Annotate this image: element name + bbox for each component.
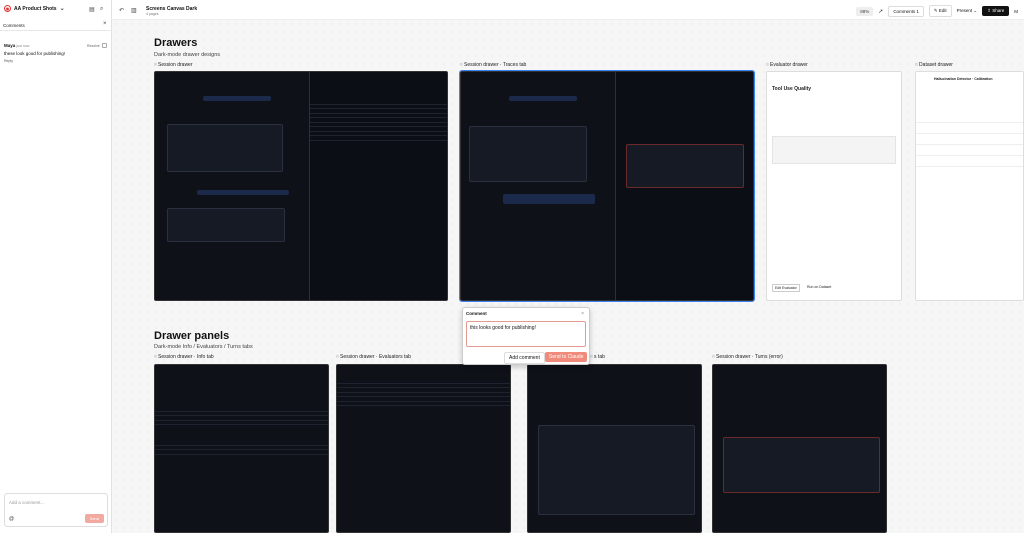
drawer-panel: [309, 72, 447, 300]
prompt-block: [772, 136, 896, 164]
eval-row: [310, 136, 447, 141]
comment-composer[interactable]: Add a comment… @ Send: [4, 493, 108, 527]
sidebar-icon[interactable]: ▥: [131, 7, 137, 14]
cursor-icon[interactable]: ➚: [878, 8, 883, 15]
design-canvas[interactable]: Drawers Dark-mode drawer designs Session…: [112, 20, 1024, 533]
artboard-evaluators-tab[interactable]: [336, 364, 511, 533]
artboard-label[interactable]: Session drawer · Traces tab: [460, 62, 526, 68]
comments-heading: Comments: [3, 23, 25, 28]
undo-icon[interactable]: ↶: [119, 7, 124, 14]
comments-label: Comments: [893, 8, 916, 14]
trace-error-card: [626, 144, 744, 188]
artboard-label[interactable]: Dataset drawer: [915, 62, 953, 68]
info-row: [155, 421, 328, 425]
tool-error-card: [723, 437, 880, 493]
comment-textarea[interactable]: this looks good for publishing!: [466, 321, 586, 347]
workspace-switcher[interactable]: ◉ AA Product Shots ⌄: [4, 5, 65, 12]
info-row: [155, 450, 328, 455]
chevron-down-icon: ⌄: [59, 6, 65, 12]
sidebar-toggle-icon[interactable]: ▤: [89, 6, 95, 13]
dataset-row: [916, 156, 1023, 167]
edit-button[interactable]: ✎ Edit: [928, 5, 952, 17]
add-comment-button[interactable]: Add comment: [504, 352, 545, 364]
comments-button[interactable]: Comments 1: [888, 5, 924, 17]
comment-popup: Comment × this looks good for publishing…: [462, 307, 590, 365]
artboard-turns-tab[interactable]: [527, 364, 702, 533]
artboard-label[interactable]: Session drawer · Info tab: [154, 354, 214, 360]
close-icon[interactable]: ×: [103, 21, 107, 27]
artboard-label[interactable]: Session drawer · Turns (error): [712, 354, 783, 360]
share-button[interactable]: ⇪ Share: [982, 6, 1010, 16]
artboard-label[interactable]: Session drawer · Evaluators tab: [336, 354, 411, 360]
artboard-label[interactable]: Session drawer: [154, 62, 192, 68]
page-count: 4 pages: [146, 12, 159, 16]
artboard-info-tab[interactable]: [154, 364, 329, 533]
resolve-control[interactable]: Resolve: [87, 43, 107, 48]
zoom-level[interactable]: 88%: [856, 6, 874, 16]
comment-author: Maya: [4, 43, 16, 48]
avatar[interactable]: M: [1014, 9, 1018, 14]
artboard-session-drawer[interactable]: [154, 71, 448, 301]
assistant-message: [469, 126, 587, 182]
comments-count: 1: [916, 8, 919, 14]
close-icon[interactable]: ×: [581, 311, 584, 317]
user-message: [503, 194, 595, 204]
artboard-label[interactable]: s tab: [590, 354, 605, 360]
edit-evaluator-button[interactable]: Edit Evaluator: [772, 284, 800, 292]
workspace-name: AA Product Shots: [14, 5, 57, 12]
send-button[interactable]: Send: [84, 514, 104, 523]
section-subtitle-drawers: Dark-mode drawer designs: [154, 52, 221, 58]
reply-link[interactable]: Reply: [4, 59, 108, 63]
user-message: [197, 190, 289, 195]
dataset-row: [916, 123, 1023, 134]
assistant-message: [167, 208, 285, 242]
artboard-dataset-drawer[interactable]: Hallucination Detector · Calibration: [915, 71, 1024, 301]
comments-sidebar: ◉ AA Product Shots ⌄ ▤ ⌕ Comments × Maya…: [0, 0, 112, 533]
logo-icon: ◉: [4, 5, 11, 12]
mention-icon[interactable]: @: [9, 516, 14, 522]
user-message: [203, 96, 271, 101]
traces-panel: [615, 72, 753, 300]
comment-time: just now: [16, 44, 30, 48]
section-subtitle-panels: Dark-mode Info / Evaluators / Turns tabs: [154, 344, 253, 350]
run-dataset-button[interactable]: Run on Dataset: [807, 285, 831, 289]
dataset-row: [916, 145, 1023, 156]
resolve-label: Resolve: [87, 43, 100, 48]
edit-label: Edit: [938, 8, 947, 13]
user-message: [509, 96, 577, 101]
share-label: Share: [992, 8, 1005, 13]
present-button[interactable]: Present ⌄: [957, 8, 978, 14]
top-bar: ↶ ▥ Screens Canvas Dark 4 pages 88% ➚ Co…: [112, 0, 1024, 20]
section-title-panels: Drawer panels: [154, 330, 230, 342]
comment-text: these look good for publishing!: [4, 51, 66, 56]
assistant-message: [167, 124, 283, 172]
eval-row: [337, 402, 510, 406]
artboard-turns-error[interactable]: [712, 364, 887, 533]
artboard-evaluator-drawer[interactable]: Tool Use Quality Edit Evaluator Run on D…: [766, 71, 902, 301]
composer-input[interactable]: Add a comment…: [9, 500, 45, 505]
dataset-row: [916, 134, 1023, 145]
send-to-claude-button[interactable]: Send to Claude: [545, 352, 588, 362]
divider: [0, 30, 112, 31]
present-label: Present: [956, 8, 973, 13]
comment-popup-heading: Comment: [466, 311, 487, 316]
tool-call-card: [538, 425, 695, 515]
resolve-checkbox[interactable]: [101, 43, 107, 48]
dataset-row: [916, 112, 1023, 123]
section-title-drawers: Drawers: [154, 37, 198, 49]
artboard-traces-tab[interactable]: [459, 70, 755, 302]
search-icon[interactable]: ⌕: [100, 6, 103, 13]
evaluator-title: Tool Use Quality: [772, 86, 812, 92]
dataset-title: Hallucination Detector · Calibration: [934, 77, 993, 81]
artboard-label[interactable]: Evaluator drawer: [766, 62, 808, 68]
